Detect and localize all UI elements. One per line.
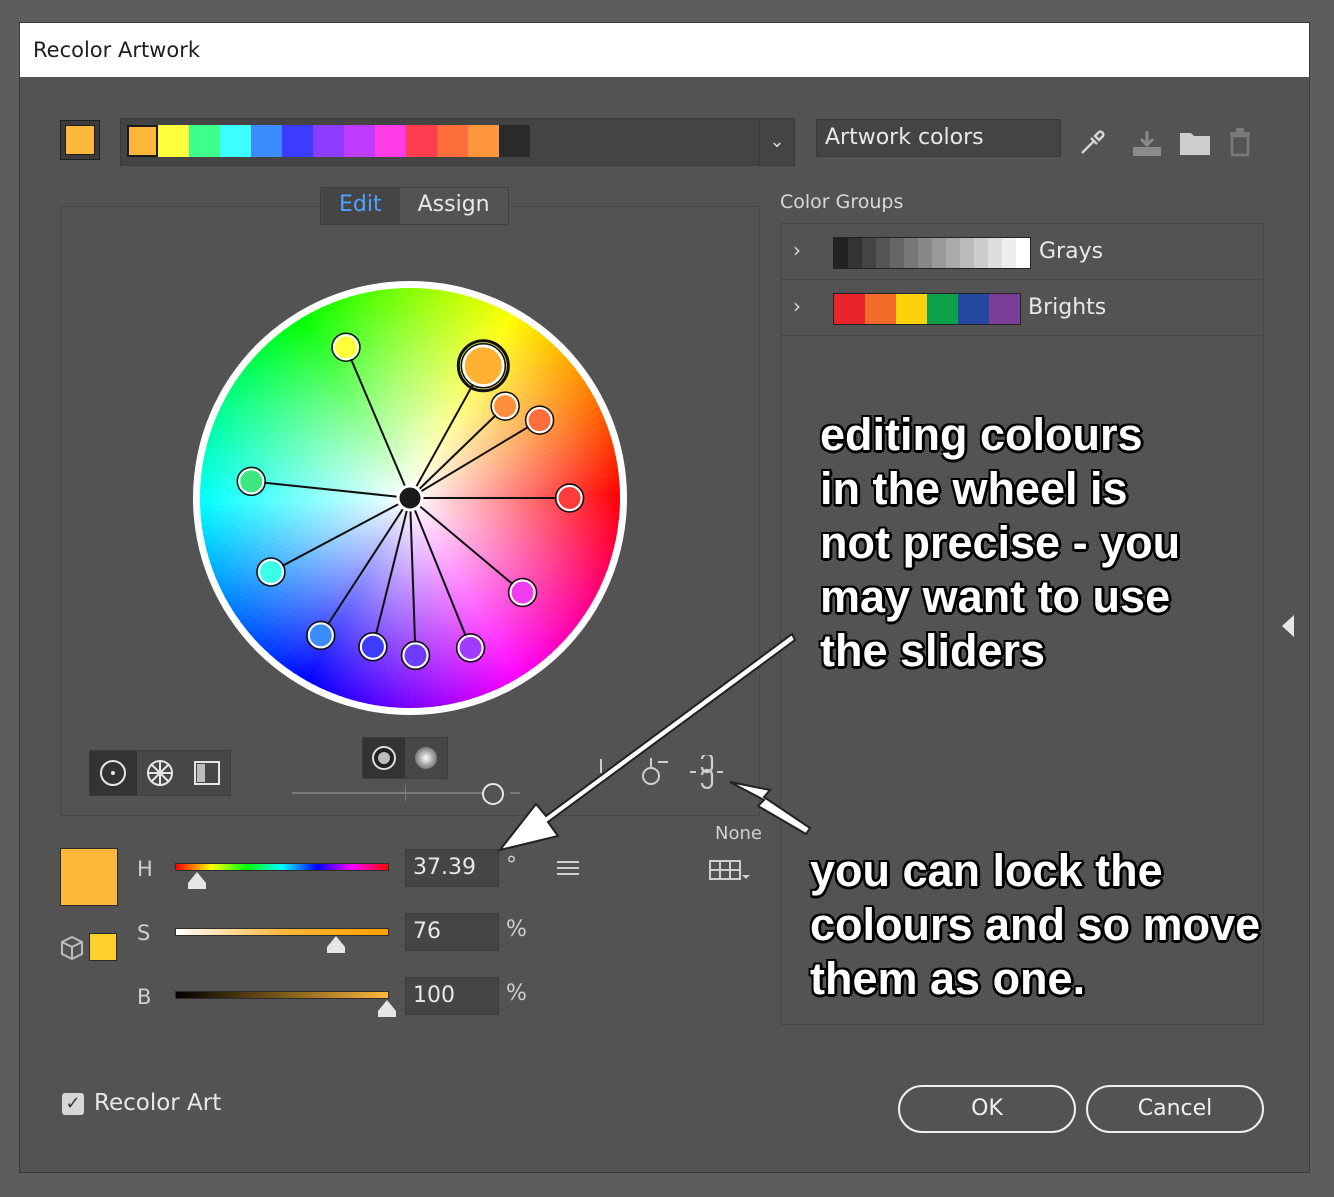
arrow-to-link [729,781,812,836]
lock-annotation: you can lock the colours and so move the… [810,845,1261,1004]
wheel-annotation: editing colours in the wheel is not prec… [820,409,1181,676]
arrow-to-sliders [497,632,797,852]
